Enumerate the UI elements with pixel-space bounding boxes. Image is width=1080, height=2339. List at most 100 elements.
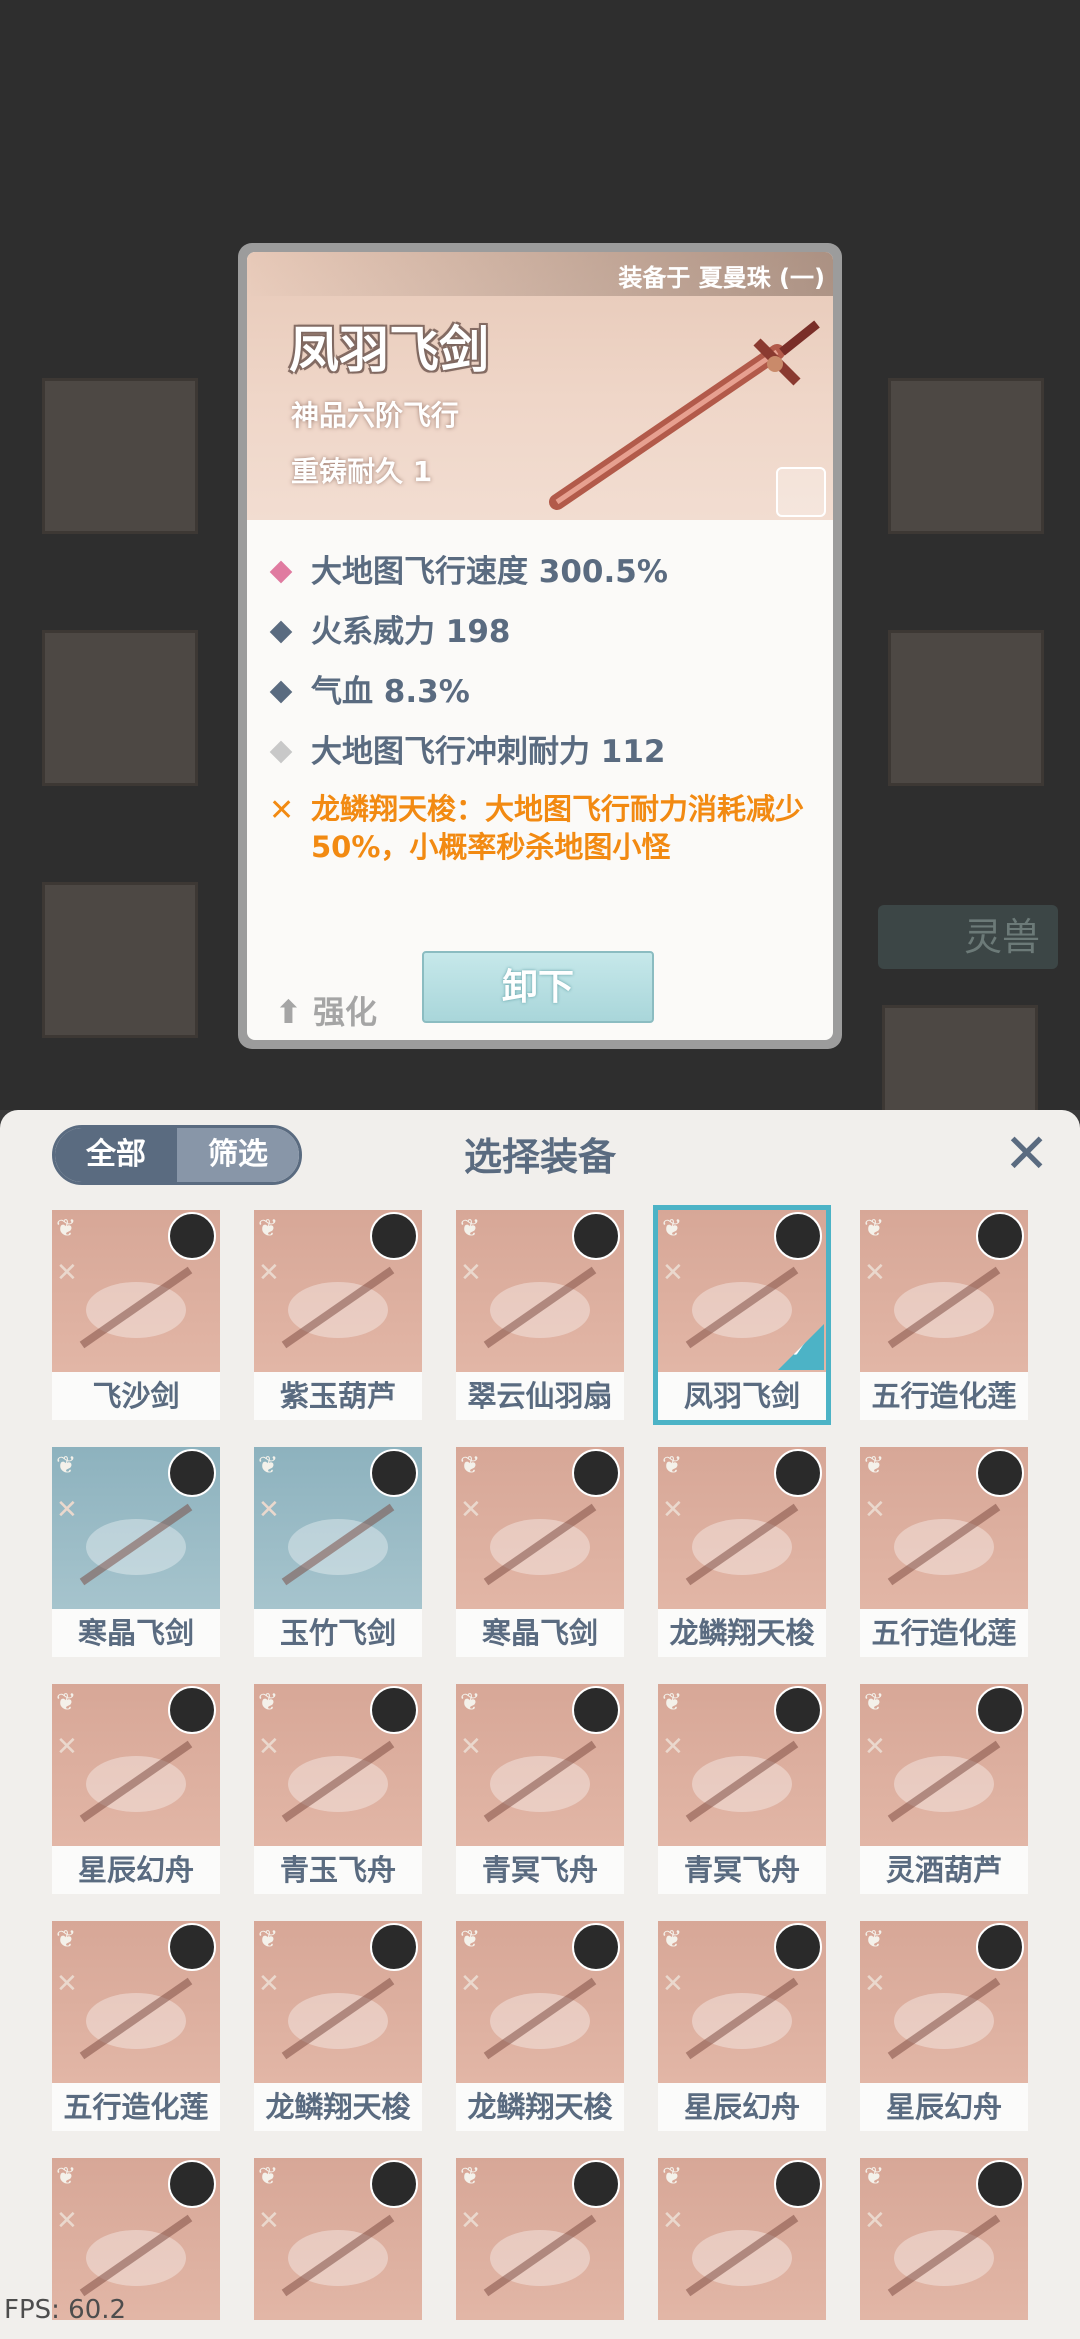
equipment-item[interactable]: ❦ ✕ 龙鳞翔天梭 bbox=[456, 1921, 624, 2131]
item-label: 五行造化莲 bbox=[860, 1372, 1028, 1420]
wing-icon: ❦ bbox=[662, 1688, 683, 1716]
item-label: 寒晶飞剑 bbox=[456, 1609, 624, 1657]
item-thumbnail: ❦ ✕ bbox=[52, 1921, 220, 2083]
wing-icon: ❦ bbox=[258, 1214, 279, 1242]
equipment-item[interactable]: ❦ ✕ 龙鳞翔天梭 bbox=[254, 1921, 422, 2131]
equipped-by-label: 装备于 夏曼珠 (一) bbox=[618, 264, 825, 292]
equipment-item[interactable]: ❦ ✕ 寒晶飞剑 bbox=[52, 1447, 220, 1657]
item-thumbnail: ❦ ✕ bbox=[254, 1210, 422, 1372]
bg-slot-weapon bbox=[42, 378, 198, 534]
equipment-item[interactable]: ❦ ✕ bbox=[456, 2158, 624, 2339]
equipment-item[interactable]: ❦ ✕ 灵酒葫芦 bbox=[860, 1684, 1028, 1894]
wing-icon: ❦ bbox=[56, 1451, 77, 1479]
item-art-icon bbox=[887, 1977, 1001, 2060]
equipment-item[interactable]: ❦ ✕ 翠云仙羽扇 bbox=[456, 1210, 624, 1420]
equipment-item[interactable]: ❦ ✕ bbox=[860, 2158, 1028, 2339]
wing-icon: ❦ bbox=[460, 1451, 481, 1479]
equipment-item[interactable]: ❦ ✕ bbox=[254, 2158, 422, 2339]
item-art-icon bbox=[79, 1503, 193, 1586]
bg-slot-armor bbox=[42, 630, 198, 786]
equipment-item[interactable]: ❦ ✕ 玉竹飞剑 bbox=[254, 1447, 422, 1657]
panel-title: 选择装备 bbox=[463, 1134, 616, 1179]
item-label: 凤羽飞剑 bbox=[658, 1372, 826, 1420]
item-thumbnail: ❦ ✕ bbox=[860, 1921, 1028, 2083]
wing-icon: ❦ bbox=[460, 1214, 481, 1242]
item-thumbnail: ❦ ✕ bbox=[52, 1684, 220, 1846]
item-art-icon bbox=[79, 1266, 193, 1349]
equipment-item[interactable]: ❦ ✕ 飞沙剑 bbox=[52, 1210, 220, 1420]
item-art-icon bbox=[887, 1740, 1001, 1823]
item-label: 龙鳞翔天梭 bbox=[456, 2083, 624, 2131]
bg-pet-tag: 灵兽 bbox=[878, 905, 1058, 969]
wing-icon: ❦ bbox=[460, 2162, 481, 2190]
item-label: 翠云仙羽扇 bbox=[456, 1372, 624, 1420]
equipment-item[interactable]: ❦ ✕ 星辰幻舟 bbox=[860, 1921, 1028, 2131]
equipment-item[interactable]: ❦ ✕ 星辰幻舟 bbox=[658, 1921, 826, 2131]
wing-icon: ❦ bbox=[662, 1925, 683, 1953]
fps-counter: FPS: 60.2 bbox=[4, 2295, 127, 2325]
item-thumbnail: ❦ ✕ bbox=[254, 1447, 422, 1609]
arrow-up-icon: ⬆ bbox=[275, 993, 302, 1031]
item-art-icon bbox=[685, 1503, 799, 1586]
unequip-button[interactable]: 卸下 bbox=[422, 951, 654, 1023]
item-label: 寒晶飞剑 bbox=[52, 1609, 220, 1657]
equipment-item[interactable]: ❦ ✕ 青玉飞舟 bbox=[254, 1684, 422, 1894]
special-effect-icon: ✕ bbox=[269, 793, 295, 828]
equipment-item[interactable]: ❦ ✕ 五行造化莲 bbox=[860, 1210, 1028, 1420]
equipment-item[interactable]: ❦ ✕ bbox=[658, 2158, 826, 2339]
bg-slot-boots bbox=[42, 882, 198, 1038]
equipment-item[interactable]: ❦ ✕ 星辰幻舟 bbox=[52, 1684, 220, 1894]
item-thumbnail: ❦ ✕ bbox=[860, 1210, 1028, 1372]
item-label: 飞沙剑 bbox=[52, 1372, 220, 1420]
equipment-item[interactable]: ❦ ✕ 寒晶飞剑 bbox=[456, 1447, 624, 1657]
equipment-item[interactable]: ❦ ✕ 龙鳞翔天梭 bbox=[658, 1447, 826, 1657]
wing-icon: ❦ bbox=[258, 1688, 279, 1716]
item-thumbnail: ❦ ✕ bbox=[658, 1684, 826, 1846]
wing-icon: ❦ bbox=[258, 2162, 279, 2190]
item-thumbnail: ❦ ✕ bbox=[254, 1684, 422, 1846]
item-thumbnail: ❦ ✕ bbox=[456, 1921, 624, 2083]
wing-icon: ❦ bbox=[56, 1688, 77, 1716]
wing-icon: ❦ bbox=[864, 1688, 885, 1716]
item-art-icon bbox=[685, 1977, 799, 2060]
item-art-icon bbox=[887, 2214, 1001, 2297]
equipment-item[interactable]: ❦ ✕ 青冥飞舟 bbox=[658, 1684, 826, 1894]
stat-row: 大地图飞行速度 300.5% bbox=[269, 542, 829, 602]
item-label: 青冥飞舟 bbox=[456, 1846, 624, 1894]
item-thumbnail: ❦ ✕ bbox=[52, 1210, 220, 1372]
equipment-item[interactable]: ❦ ✕ 五行造化莲 bbox=[860, 1447, 1028, 1657]
bg-slot-gourd bbox=[888, 630, 1044, 786]
enhance-button[interactable]: ⬆ 强化 bbox=[275, 987, 377, 1033]
item-name: 凤羽飞剑 bbox=[289, 320, 489, 379]
item-label: 青玉飞舟 bbox=[254, 1846, 422, 1894]
equipment-item[interactable]: ❦ ✕ 紫玉葫芦 bbox=[254, 1210, 422, 1420]
item-label: 星辰幻舟 bbox=[52, 1846, 220, 1894]
item-thumbnail: ❦ ✕ bbox=[456, 2158, 624, 2320]
equipment-item[interactable]: ❦ ✕ 青冥飞舟 bbox=[456, 1684, 624, 1894]
wing-icon: ❦ bbox=[460, 1925, 481, 1953]
wing-icon: ❦ bbox=[662, 1451, 683, 1479]
equipment-item[interactable]: ❦ ✕ 五行造化莲 bbox=[52, 1921, 220, 2131]
item-label: 星辰幻舟 bbox=[658, 2083, 826, 2131]
item-detail-card: 装备于 夏曼珠 (一) 凤羽飞剑 神品六阶飞行 重铸耐久 1 大地图飞行速度 3… bbox=[238, 243, 842, 1049]
item-thumbnail: ❦ ✕ bbox=[254, 1921, 422, 2083]
stat-row: 气血 8.3% bbox=[269, 662, 829, 722]
close-icon[interactable]: ✕ bbox=[1004, 1122, 1049, 1185]
item-durability: 重铸耐久 1 bbox=[291, 455, 433, 488]
item-art-icon bbox=[281, 1977, 395, 2060]
lock-icon[interactable] bbox=[776, 467, 826, 517]
item-thumbnail: ❦ ✕ bbox=[456, 1684, 624, 1846]
equipment-item[interactable]: ❦ ✕ 凤羽飞剑 ✓ bbox=[653, 1205, 831, 1425]
item-stats: 大地图飞行速度 300.5% 火系威力 198 气血 8.3% 大地图飞行冲刺耐… bbox=[269, 542, 829, 866]
item-art-icon bbox=[483, 1266, 597, 1349]
item-thumbnail: ❦ ✕ bbox=[860, 1447, 1028, 1609]
item-thumbnail: ❦ ✕ bbox=[456, 1447, 624, 1609]
wing-icon: ❦ bbox=[662, 2162, 683, 2190]
item-label: 星辰幻舟 bbox=[860, 2083, 1028, 2131]
item-thumbnail: ❦ ✕ bbox=[860, 1684, 1028, 1846]
special-effect: ✕ 龙鳞翔天梭：大地图飞行耐力消耗减少50%，小概率秒杀地图小怪 bbox=[269, 792, 805, 864]
item-art-icon bbox=[483, 2214, 597, 2297]
item-thumbnail: ❦ ✕ bbox=[658, 1447, 826, 1609]
item-thumbnail: ❦ ✕ bbox=[860, 2158, 1028, 2320]
wing-icon: ❦ bbox=[864, 2162, 885, 2190]
